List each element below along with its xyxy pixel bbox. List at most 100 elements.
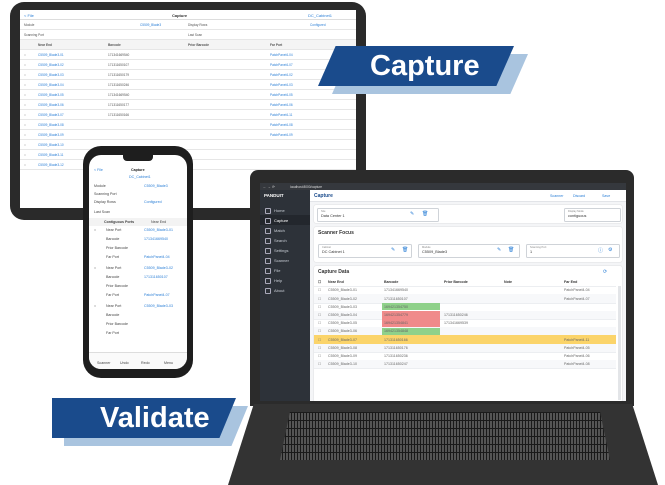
row-radio[interactable]: ○	[24, 133, 26, 137]
sidebar-item-file[interactable]: File	[260, 265, 310, 275]
browser-nav-arrows-icon[interactable]: ← → ⟳	[263, 185, 275, 189]
cell-barcode: 169421354750	[384, 304, 408, 309]
tablet-cabinet-link[interactable]: DC_Cabinet1	[308, 13, 332, 18]
select-all-checkbox[interactable]: ☐	[318, 280, 321, 284]
scanner-action-button[interactable]: Scanner	[550, 194, 563, 198]
row-radio[interactable]: ○	[24, 103, 26, 107]
sidebar-item-about[interactable]: About	[260, 285, 310, 295]
delete-module-icon[interactable]: 🗑	[508, 247, 514, 253]
tablet-display-rows-value[interactable]: Configured	[310, 23, 326, 27]
phone-back-link[interactable]: < File	[94, 168, 103, 172]
delete-cabinet-icon[interactable]: 🗑	[402, 247, 408, 253]
sidebar-item-scanner[interactable]: Scanner	[260, 255, 310, 265]
sidebar-item-capture[interactable]: Capture	[260, 215, 310, 225]
row-radio[interactable]: ○	[24, 163, 26, 167]
tablet-table-row[interactable]: ○ C5509_Blade3-05 171341669540 PatchPanel4-…	[20, 90, 356, 100]
save-action-button[interactable]: Save	[602, 194, 610, 198]
row-checkbox[interactable]: ☐	[318, 338, 321, 342]
sidebar-item-settings[interactable]: Settings	[260, 245, 310, 255]
phone-barcode-value[interactable]: 171311650107	[144, 275, 168, 279]
tablet-cell: PatchPanel4-06	[270, 103, 293, 107]
sidebar-item-match[interactable]: Match	[260, 225, 310, 235]
row-checkbox[interactable]: ☐	[318, 329, 321, 333]
phone-near-port-value[interactable]: C5509_Blade3-01	[144, 228, 173, 232]
tablet-table-row[interactable]: ○ C5509_Blade3-02 171311650107 PatchPanel4-…	[20, 60, 356, 70]
tablet-module-value[interactable]: C5509_Blade3	[140, 23, 161, 27]
discard-action-button[interactable]: Discard	[573, 194, 585, 198]
row-checkbox[interactable]: ☐	[318, 313, 321, 317]
phone-near-port-value[interactable]: C5509_Blade3-03	[144, 304, 173, 308]
cell-barcode: 171311650176	[384, 345, 408, 350]
row-radio[interactable]: ○	[24, 93, 26, 97]
site-field[interactable]: Site Data Center 1	[317, 208, 439, 222]
row-checkbox[interactable]: ☐	[318, 288, 321, 292]
phone-list-header-label: Contiguous Ports	[104, 220, 135, 224]
row-radio[interactable]: ○	[24, 63, 26, 67]
cell-barcode: 171311650236	[384, 353, 408, 358]
tablet-table-row[interactable]: ○ C5509_Blade3-08 PatchPanel4-08	[20, 120, 356, 130]
phone-barcode-value[interactable]: 171341669540	[144, 237, 168, 241]
phone-entry-radio[interactable]: ○	[94, 304, 96, 308]
phone-entry-radio[interactable]: ○	[94, 228, 96, 232]
info-icon[interactable]: ⓘ	[598, 247, 603, 254]
phone-nav-undo[interactable]: Undo	[120, 361, 129, 365]
phone-far-port-value[interactable]: PatchPanel4-04	[144, 255, 170, 259]
cabinet-field[interactable]: Cabinet DC Cabinet 1	[318, 244, 412, 258]
edit-module-icon[interactable]: ✎	[497, 247, 501, 253]
scanning-port-field[interactable]: Scanning Port 1	[526, 244, 620, 258]
row-radio[interactable]: ○	[24, 153, 26, 157]
phone-far-port-value[interactable]: PatchPanel4-07	[144, 293, 170, 297]
row-radio[interactable]: ○	[24, 53, 26, 57]
row-radio[interactable]: ○	[24, 113, 26, 117]
tablet-table-row[interactable]: ○ C5509_Blade3-10	[20, 140, 356, 150]
tablet-cell: C5509_Blade3-02	[38, 63, 64, 67]
table-row[interactable]: ☐ C5509_Blade3-10 171311650247 PatchPanel4-…	[314, 360, 616, 370]
phone-screen: < File Capture DC_Cabinet1 Module C5509_…	[89, 155, 187, 369]
tablet-table-row[interactable]: ○ C5509_Blade3-04 171311650246 PatchPanel4-…	[20, 80, 356, 90]
sidebar-item-help[interactable]: Help	[260, 275, 310, 285]
tablet-module-row[interactable]: Module C5509_Blade3 Display Rows Configu…	[20, 20, 356, 30]
edit-site-icon[interactable]: ✎	[410, 211, 414, 217]
phone-nav-scanner[interactable]: Scanner	[97, 361, 110, 365]
tablet-back-link[interactable]: < File	[24, 13, 34, 18]
delete-site-icon[interactable]: 🗑	[422, 211, 428, 217]
tablet-table-row[interactable]: ○ C5509_Blade3-09 PatchPanel4-09	[20, 130, 356, 140]
phone-prior-barcode-label: Prior Barcode	[106, 246, 128, 250]
tablet-table-row[interactable]: ○ C5509_Blade3-06 171311650177 PatchPanel4-…	[20, 100, 356, 110]
tablet-table-row[interactable]: ○ C5509_Blade3-03 171311650179 PatchPanel4-…	[20, 70, 356, 80]
row-checkbox[interactable]: ☐	[318, 297, 321, 301]
sidebar-item-search[interactable]: Search	[260, 235, 310, 245]
row-checkbox[interactable]: ☐	[318, 305, 321, 309]
scanning-port-label: Scanning Port	[530, 246, 547, 249]
row-radio[interactable]: ○	[24, 73, 26, 77]
row-radio[interactable]: ○	[24, 83, 26, 87]
row-checkbox[interactable]: ☐	[318, 354, 321, 358]
browser-address[interactable]: localhost:8000/capture	[290, 185, 322, 189]
tablet-table-row[interactable]: ○ C5509_Blade3-07 171311650166 PatchPanel4-…	[20, 110, 356, 120]
row-checkbox[interactable]: ☐	[318, 362, 321, 366]
col-far-end: Far End	[564, 280, 578, 285]
tablet-scan-row[interactable]: Scanning Port Last Scan	[20, 30, 356, 40]
sidebar-item-home[interactable]: Home	[260, 205, 310, 215]
refresh-icon[interactable]: ⟳	[603, 269, 607, 275]
tablet-cell: 171341669540	[108, 93, 130, 97]
tablet-cell: PatchPanel4-11	[270, 113, 293, 117]
settings-icon[interactable]: ⚙	[608, 247, 612, 253]
phone-nav-redo[interactable]: Redo	[141, 361, 150, 365]
cell-far: PatchPanel4-05	[564, 345, 590, 350]
row-checkbox[interactable]: ☐	[318, 346, 321, 350]
phone-module-value[interactable]: C5509_Blade3	[144, 184, 168, 188]
phone-entry-radio[interactable]: ○	[94, 266, 96, 270]
phone-cabinet-link[interactable]: DC_Cabinet1	[129, 175, 151, 179]
phone-display-rows-value[interactable]: Configured	[144, 200, 162, 204]
phone-near-port-value[interactable]: C5509_Blade3-02	[144, 266, 173, 270]
tablet-table-row[interactable]: ○ C5509_Blade3-01 171341669540 PatchPanel4-…	[20, 50, 356, 60]
phone-nav-menu[interactable]: Menu	[164, 361, 173, 365]
row-radio[interactable]: ○	[24, 143, 26, 147]
display-mode-select[interactable]: Display Mode contiguous	[564, 208, 621, 222]
row-radio[interactable]: ○	[24, 123, 26, 127]
table-scrollbar[interactable]	[618, 286, 621, 400]
row-checkbox[interactable]: ☐	[318, 321, 321, 325]
edit-cabinet-icon[interactable]: ✎	[391, 247, 395, 253]
module-field[interactable]: Module C5509_Blade3	[418, 244, 520, 258]
